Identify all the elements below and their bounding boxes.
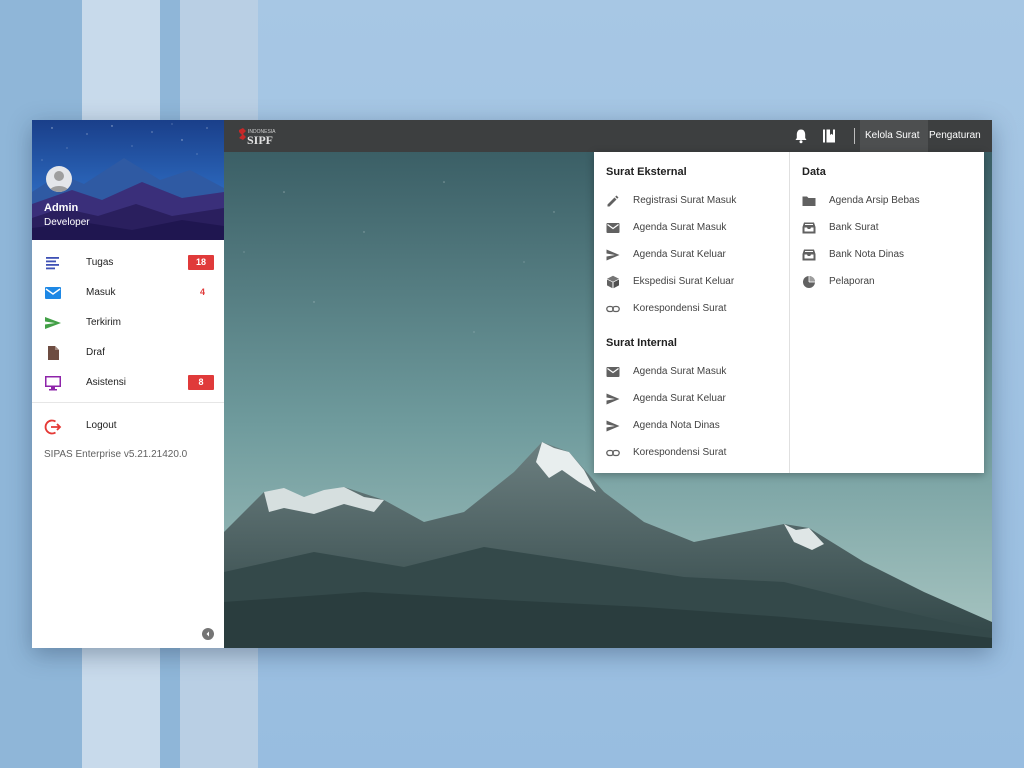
sidebar-item-asistensi[interactable]: Asistensi 8 — [32, 368, 224, 398]
file-icon — [48, 346, 59, 360]
pie-chart-icon — [803, 276, 815, 288]
sidebar-item-label: Draf — [86, 347, 105, 358]
menu-item-ekspedisi-surat-keluar[interactable]: Ekspedisi Surat Keluar — [594, 271, 784, 293]
mail-icon — [606, 367, 620, 377]
dropdown-column-data: Data Agenda Arsip Bebas Bank Surat Bank … — [790, 152, 984, 473]
section-title-data: Data — [802, 166, 826, 178]
menu-item-pelaporan[interactable]: Pelaporan — [790, 271, 980, 293]
pengaturan-menu[interactable]: Pengaturan — [929, 130, 981, 141]
menu-item-label: Agenda Surat Keluar — [633, 249, 726, 260]
send-icon — [45, 317, 61, 329]
sidebar-menu: Tugas 18 Masuk 4 Terkirim Draf Asistensi… — [32, 248, 224, 398]
user-role: Developer — [44, 217, 90, 228]
menu-item-label: Agenda Surat Keluar — [633, 393, 726, 404]
kelola-surat-menu[interactable]: Kelola Surat — [865, 130, 919, 141]
link-icon — [606, 305, 620, 313]
sidebar-item-draf[interactable]: Draf — [32, 338, 224, 368]
dropdown-column-surat: Surat Eksternal Registrasi Surat Masuk A… — [594, 152, 790, 473]
mail-icon — [606, 223, 620, 233]
link-icon — [606, 449, 620, 457]
inbox-icon — [802, 249, 816, 261]
menu-item-agenda-surat-keluar-internal[interactable]: Agenda Surat Keluar — [594, 388, 784, 410]
sidebar-item-label: Tugas — [86, 257, 114, 268]
collapse-sidebar-button[interactable] — [202, 628, 214, 640]
sidebar-item-label: Terkirim — [86, 317, 121, 328]
menu-item-label: Agenda Nota Dinas — [633, 420, 720, 431]
sidebar-item-masuk[interactable]: Masuk 4 — [32, 278, 224, 308]
menu-item-label: Agenda Surat Masuk — [633, 366, 727, 377]
menu-item-label: Bank Nota Dinas — [829, 249, 905, 260]
menu-item-agenda-surat-masuk-internal[interactable]: Agenda Surat Masuk — [594, 361, 784, 383]
logout-icon — [44, 419, 62, 435]
menu-item-agenda-surat-masuk[interactable]: Agenda Surat Masuk — [594, 217, 784, 239]
bell-icon[interactable] — [793, 128, 809, 144]
menu-item-label: Korespondensi Surat — [633, 447, 727, 458]
menu-item-bank-nota-dinas[interactable]: Bank Nota Dinas — [790, 244, 980, 266]
menu-item-label: Pelaporan — [829, 276, 875, 287]
sipf-logo[interactable]: INDONESIA SIPF — [236, 125, 284, 147]
count-badge: 4 — [199, 287, 205, 297]
list-icon — [46, 257, 59, 270]
sidebar-item-label: Asistensi — [86, 377, 127, 388]
sidebar-item-label: Masuk — [86, 287, 116, 298]
monitor-icon — [45, 376, 61, 391]
sidebar: Admin Developer Tugas 18 Masuk 4 Terkiri… — [32, 120, 224, 648]
sidebar-item-terkirim[interactable]: Terkirim — [32, 308, 224, 338]
user-name: Admin — [44, 202, 79, 214]
section-title-surat-internal: Surat Internal — [606, 337, 677, 349]
pencil-icon — [607, 195, 619, 207]
menu-item-label: Registrasi Surat Masuk — [633, 195, 737, 206]
menu-item-label: Agenda Arsip Bebas — [829, 195, 920, 206]
top-bar: INDONESIA SIPF Kelola Surat Pengaturan — [224, 120, 992, 152]
topbar-separator — [854, 128, 855, 144]
sidebar-divider — [32, 402, 224, 403]
kelola-surat-dropdown: Surat Eksternal Registrasi Surat Masuk A… — [594, 152, 984, 473]
book-icon[interactable] — [821, 128, 837, 144]
profile-header: Admin Developer — [32, 120, 224, 240]
send-icon — [606, 420, 620, 432]
logout-label: Logout — [86, 420, 117, 431]
main-area: INDONESIA SIPF Kelola Surat Pengaturan S… — [224, 120, 992, 648]
menu-item-label: Bank Surat — [829, 222, 879, 233]
count-badge: 18 — [188, 255, 214, 270]
count-badge: 8 — [188, 375, 214, 390]
chevron-left-icon — [206, 631, 209, 637]
section-title-surat-eksternal: Surat Eksternal — [606, 166, 687, 178]
sidebar-item-tugas[interactable]: Tugas 18 — [32, 248, 224, 278]
inbox-icon — [802, 222, 816, 234]
svg-text:SIPF: SIPF — [247, 133, 273, 147]
menu-item-korespondensi-surat-internal[interactable]: Korespondensi Surat — [594, 442, 784, 464]
menu-item-bank-surat[interactable]: Bank Surat — [790, 217, 980, 239]
version-text: SIPAS Enterprise v5.21.21420.0 — [44, 449, 188, 460]
menu-item-label: Ekspedisi Surat Keluar — [633, 276, 735, 287]
send-icon — [606, 249, 620, 261]
mail-icon — [45, 287, 61, 299]
menu-item-agenda-nota-dinas[interactable]: Agenda Nota Dinas — [594, 415, 784, 437]
menu-item-korespondensi-surat[interactable]: Korespondensi Surat — [594, 298, 784, 320]
menu-item-registrasi-surat-masuk[interactable]: Registrasi Surat Masuk — [594, 190, 784, 212]
user-icon — [49, 171, 69, 192]
box-icon — [607, 275, 619, 289]
menu-item-label: Agenda Surat Masuk — [633, 222, 727, 233]
menu-item-agenda-surat-keluar[interactable]: Agenda Surat Keluar — [594, 244, 784, 266]
logout-button[interactable]: Logout — [32, 412, 224, 442]
menu-item-agenda-arsip-bebas[interactable]: Agenda Arsip Bebas — [790, 190, 980, 212]
menu-item-label: Korespondensi Surat — [633, 303, 727, 314]
folder-icon — [802, 196, 816, 206]
send-icon — [606, 393, 620, 405]
app-window: Admin Developer Tugas 18 Masuk 4 Terkiri… — [32, 120, 992, 648]
avatar[interactable] — [46, 166, 72, 192]
